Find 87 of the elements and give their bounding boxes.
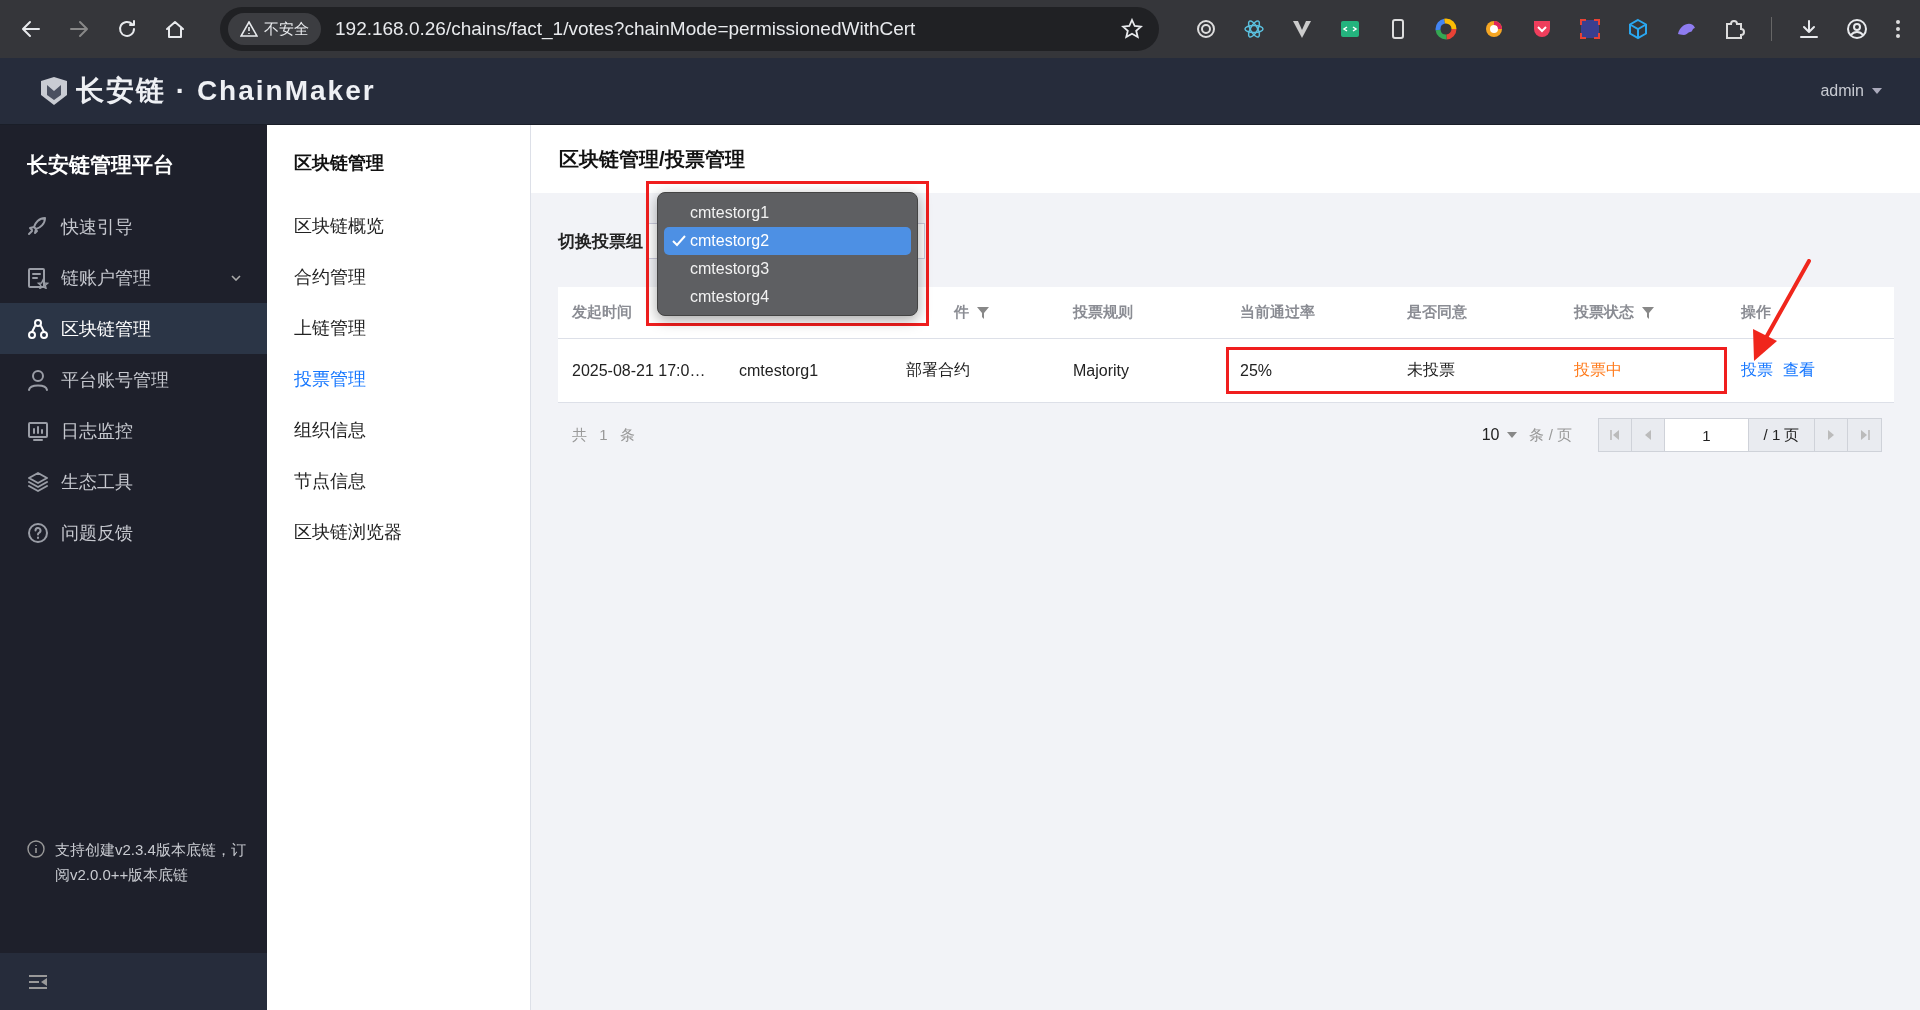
security-label: 不安全 [264, 19, 309, 39]
puzzle-icon[interactable] [1723, 18, 1745, 40]
user-icon [27, 368, 49, 391]
info-icon [27, 840, 45, 858]
submenu-item[interactable]: 区块链浏览器 [294, 506, 530, 557]
column-header: 投票规则 [1073, 303, 1133, 322]
home-icon[interactable] [164, 18, 186, 40]
forward-icon[interactable] [68, 18, 90, 40]
logo-text[interactable]: 长安链 · ChainMaker [76, 72, 376, 110]
last-page-icon [1859, 430, 1870, 440]
caret-icon [1872, 88, 1882, 94]
prev-page-icon [1643, 430, 1653, 440]
section-title: 区块链管理 [294, 151, 385, 175]
dropdown-option[interactable]: cmtestorg4 [664, 283, 911, 311]
column-header: 投票状态 [1574, 303, 1634, 322]
org-switch-label: 切换投票组 [558, 230, 643, 253]
dropdown-option[interactable]: cmtestorg1 [664, 199, 911, 227]
submenu-item[interactable]: 组织信息 [294, 404, 530, 455]
sidebar-item[interactable]: 快速引导 [0, 201, 267, 252]
caret-icon [1507, 432, 1518, 438]
total-count: 共 1 条 [572, 425, 639, 445]
submenu-item[interactable]: 节点信息 [294, 455, 530, 506]
submenu-item[interactable]: 区块链概览 [294, 200, 530, 251]
color-wheel-icon[interactable] [1435, 18, 1457, 40]
action-link[interactable]: 查看 [1783, 360, 1815, 381]
page-title: 区块链管理/投票管理 [559, 146, 745, 172]
warning-icon [240, 21, 258, 37]
submenu-item[interactable]: 上链管理 [294, 302, 530, 353]
target-icon[interactable] [1195, 18, 1217, 40]
rocket-icon [27, 215, 49, 238]
star-icon[interactable] [1121, 18, 1143, 40]
column-header: 件 [954, 303, 969, 322]
sidebar-item[interactable]: 生态工具 [0, 456, 267, 507]
profile-icon[interactable] [1846, 18, 1868, 40]
table-cell-text: 部署合约 [905, 360, 971, 380]
sidebar-item[interactable]: 日志监控 [0, 405, 267, 456]
help-icon [27, 521, 49, 544]
code-window-icon[interactable] [1339, 18, 1361, 40]
column-header: 当前通过率 [1240, 303, 1315, 322]
collapse-menu-icon[interactable] [28, 973, 48, 990]
atom-icon[interactable] [1243, 18, 1265, 40]
reload-icon[interactable] [116, 18, 138, 40]
filter-icon[interactable] [977, 306, 989, 319]
frame-icon[interactable] [1579, 18, 1601, 40]
next-page-icon [1826, 430, 1836, 440]
table-cell-text: cmtestorg1 [738, 360, 820, 381]
page-total: / 1 页 [1749, 419, 1815, 451]
sidebar-title: 长安链管理平台 [26, 152, 175, 178]
document-star-icon [27, 266, 49, 289]
column-header: 操作 [1741, 303, 1771, 322]
more-icon[interactable] [1894, 18, 1902, 40]
check-icon [672, 235, 686, 247]
action-link[interactable]: 投票 [1741, 360, 1773, 381]
cube-icon[interactable] [1627, 18, 1649, 40]
user-menu[interactable]: admin [1820, 82, 1882, 100]
dropdown-option[interactable]: cmtestorg3 [664, 255, 911, 283]
filter-icon[interactable] [1642, 306, 1654, 319]
submenu-item[interactable]: 合约管理 [294, 251, 530, 302]
page-input[interactable]: 1 [1665, 419, 1749, 451]
table-cell-text: 未投票 [1406, 360, 1456, 380]
version-note: 支持创建v2.3.4版本底链，订阅v2.0.0++版本底链 [55, 840, 247, 885]
sidebar-item[interactable]: 链账户管理 [0, 252, 267, 303]
sidebar-item[interactable]: 问题反馈 [0, 507, 267, 558]
nodes-icon [27, 317, 49, 340]
monitor-chart-icon [27, 419, 49, 442]
submenu-item[interactable]: 投票管理 [294, 353, 530, 404]
table-cell-text: 2025-08-21 17:0… [571, 360, 707, 381]
column-header: 发起时间 [572, 303, 632, 322]
first-page-icon [1610, 430, 1620, 440]
page-size-select[interactable]: 10 [1481, 426, 1518, 444]
status-text: 投票中 [1573, 360, 1623, 380]
address-bar[interactable]: 不安全 192.168.0.26/chains/fact_1/votes?chainMode=permissionedWithCert [220, 7, 1159, 51]
column-header: 是否同意 [1407, 303, 1467, 322]
triangle-icon[interactable] [1291, 18, 1313, 40]
download-icon[interactable] [1798, 18, 1820, 40]
url-text: 192.168.0.26/chains/fact_1/votes?chainMode=permissionedWithCert [335, 18, 917, 40]
page-size-unit: 条 / 页 [1529, 425, 1572, 445]
back-icon[interactable] [20, 18, 42, 40]
security-chip[interactable]: 不安全 [228, 13, 321, 45]
table-cell-text: Majority [1072, 360, 1130, 381]
layers-icon [27, 470, 49, 493]
sidebar-item[interactable]: 平台账号管理 [0, 354, 267, 405]
table-cell-text: 25% [1239, 360, 1274, 381]
sidebar-item[interactable]: 区块链管理 [0, 303, 267, 354]
shield-icon[interactable] [1531, 18, 1553, 40]
logo-icon[interactable] [38, 75, 70, 107]
color-ring-icon[interactable] [1483, 18, 1505, 40]
